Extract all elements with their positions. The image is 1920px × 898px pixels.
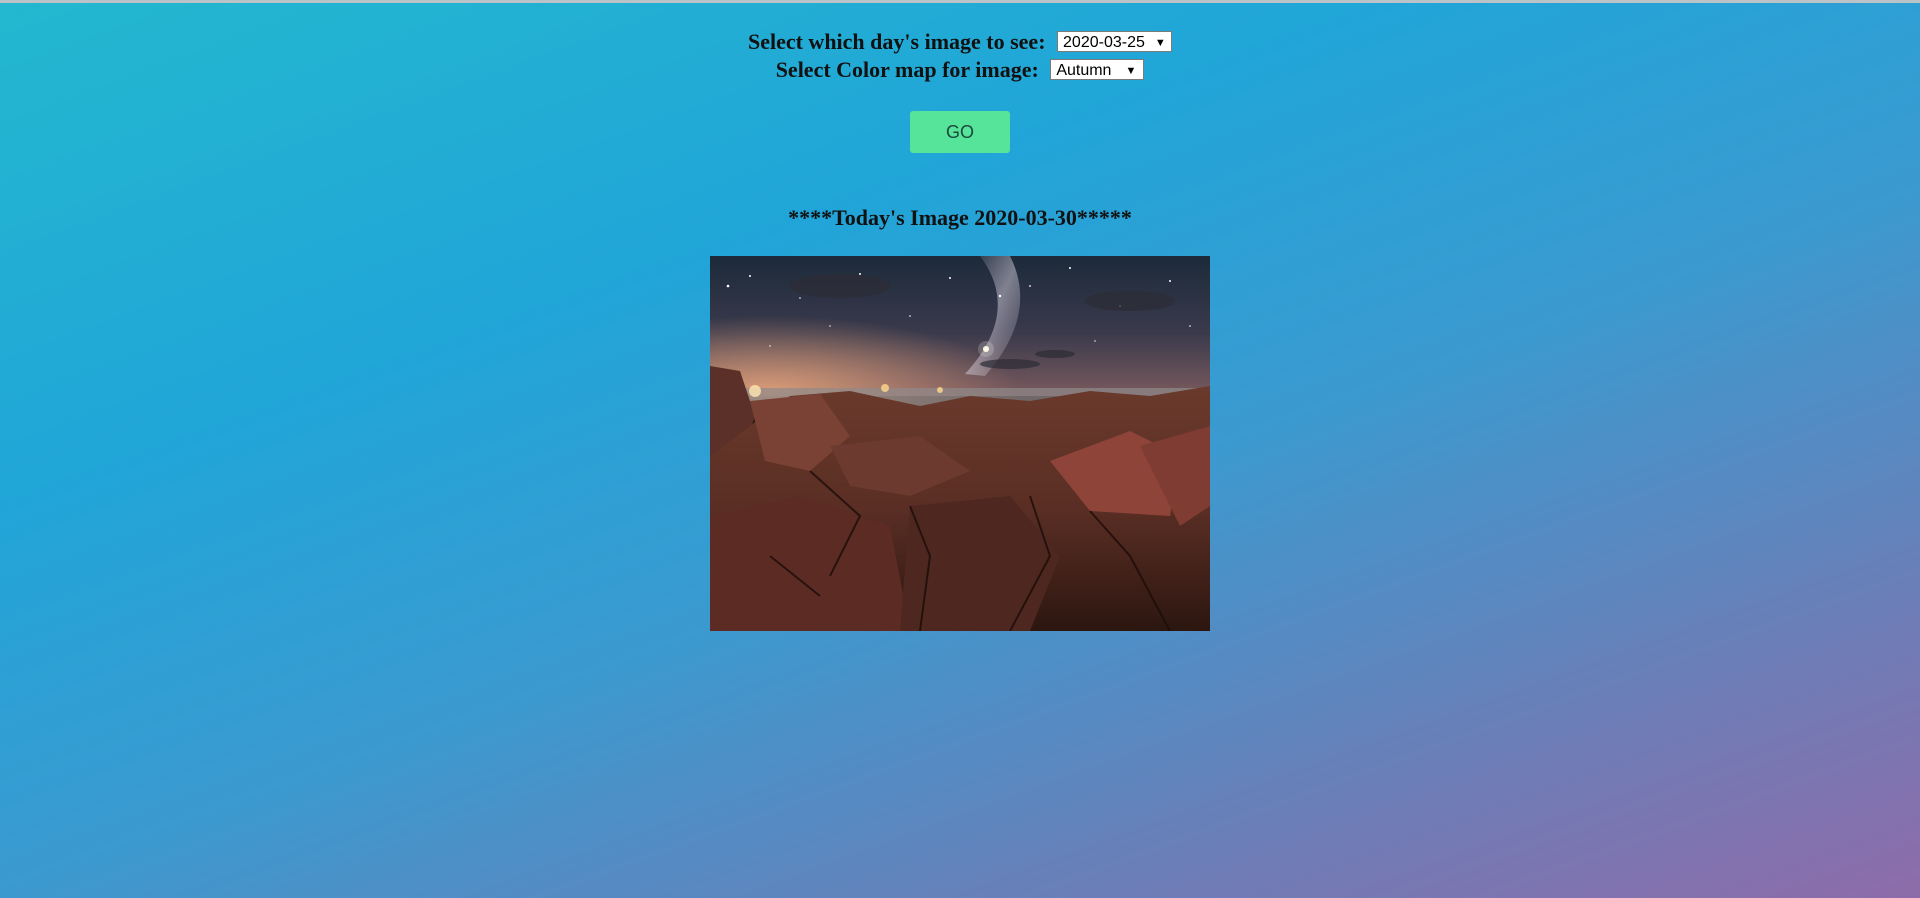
colormap-select-label: Select Color map for image: <box>775 56 1039 82</box>
go-button[interactable]: GO <box>910 111 1010 153</box>
colormap-select-value: Autumn <box>1056 62 1112 80</box>
day-select-label: Select which day's image to see: <box>747 28 1046 54</box>
day-select-row: Select which day's image to see: 2020-03… <box>0 26 1920 54</box>
browser-top-border <box>0 0 1920 3</box>
colormap-select[interactable]: Autumn ▼ <box>1050 59 1145 81</box>
astronomy-image <box>710 256 1210 631</box>
day-select[interactable]: 2020-03-25 ▼ <box>1057 31 1173 53</box>
image-options-form: Select which day's image to see: 2020-03… <box>0 26 1920 82</box>
triangle-down-icon: ▼ <box>1154 37 1166 50</box>
day-select-value: 2020-03-25 <box>1063 34 1145 52</box>
colormap-select-row: Select Color map for image: Autumn ▼ <box>0 54 1920 82</box>
todays-image-heading: ****Today's Image 2020-03-30***** <box>788 205 1132 230</box>
triangle-down-icon: ▼ <box>1125 65 1137 78</box>
